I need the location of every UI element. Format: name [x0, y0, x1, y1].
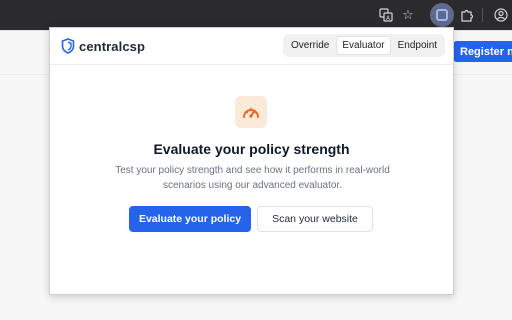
browser-toolbar: A ☆	[0, 0, 512, 30]
tab-evaluator[interactable]: Evaluator	[336, 36, 391, 55]
star-icon[interactable]: ☆	[399, 6, 417, 24]
hero-title: Evaluate your policy strength	[153, 141, 350, 157]
profile-icon[interactable]	[492, 6, 510, 24]
toolbar-separator	[482, 8, 483, 22]
tab-group: Override Evaluator Endpoint	[283, 34, 446, 57]
extension-icon[interactable]	[430, 3, 454, 27]
shield-icon	[61, 38, 75, 54]
tab-override[interactable]: Override	[285, 36, 335, 55]
popup-header: centralcsp Override Evaluator Endpoint	[50, 28, 453, 65]
extension-popup: centralcsp Override Evaluator Endpoint E…	[49, 27, 454, 295]
logo: centralcsp	[61, 38, 145, 54]
hero-description: Test your policy strength and see how it…	[115, 165, 390, 191]
evaluate-policy-button[interactable]: Evaluate your policy	[129, 206, 251, 232]
translate-icon[interactable]: A	[377, 6, 395, 24]
gauge-icon	[235, 96, 267, 128]
register-button[interactable]: Register now	[453, 41, 512, 62]
puzzle-icon[interactable]	[458, 6, 476, 24]
tab-endpoint[interactable]: Endpoint	[392, 36, 443, 55]
scan-website-button[interactable]: Scan your website	[257, 206, 373, 232]
logo-text: centralcsp	[79, 38, 146, 54]
